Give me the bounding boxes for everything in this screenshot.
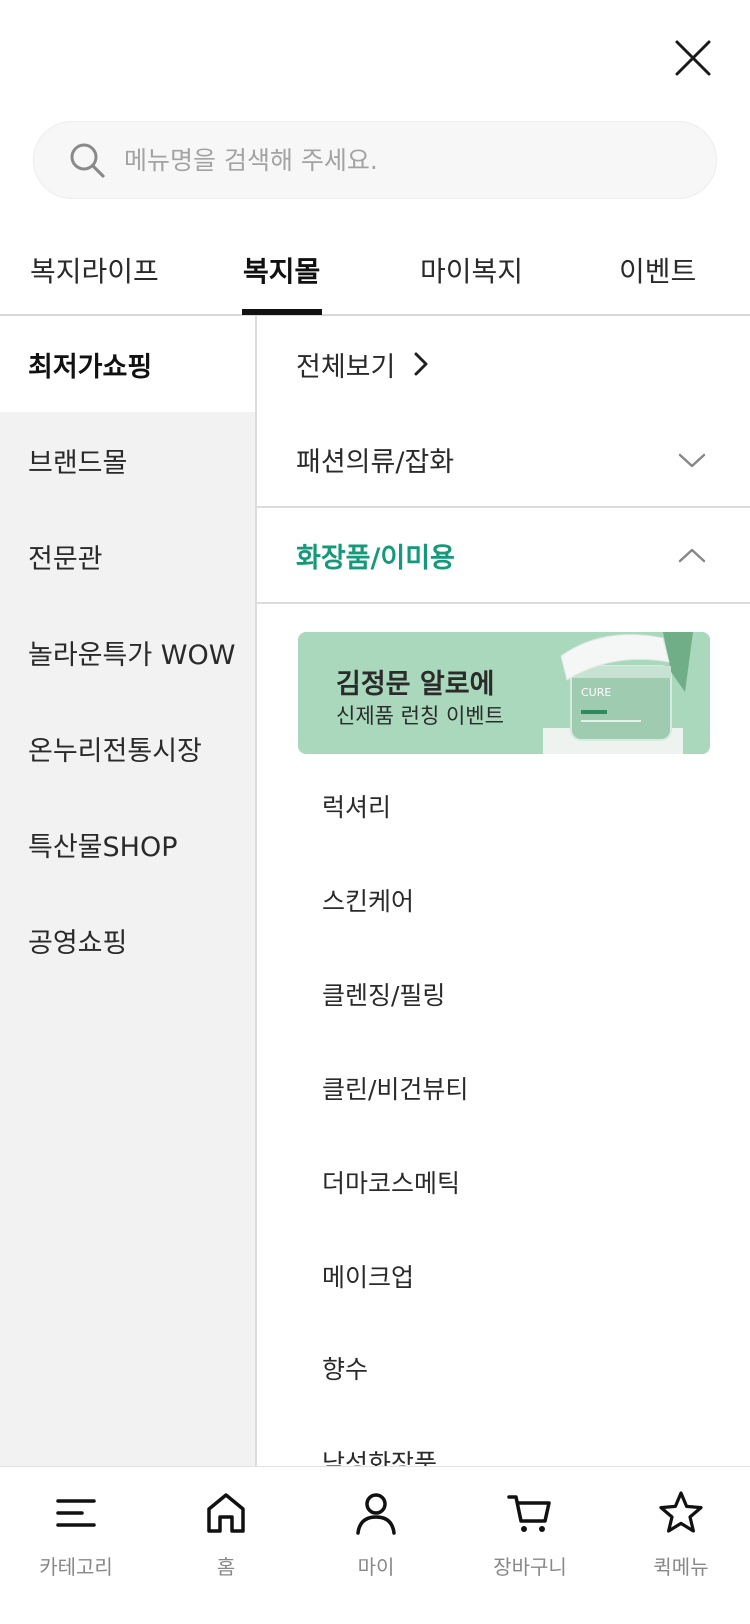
banner-title: 김정문 알로에 [336, 669, 495, 700]
close-icon [675, 40, 711, 76]
nav-label: 퀵메뉴 [653, 1555, 709, 1579]
cart-icon [507, 1495, 551, 1532]
category-label: 화장품/이미용 [296, 542, 455, 574]
sidebar-item-lowest-price[interactable]: 최저가쇼핑 [0, 316, 255, 412]
tab-event[interactable]: 이벤트 [619, 250, 696, 290]
sub-item-derma[interactable]: 더마코스메틱 [322, 1164, 460, 1200]
sidebar: 최저가쇼핑 브랜드몰 전문관 놀라운특가 WOW 온누리전통시장 특산물SHOP… [0, 316, 257, 1466]
sub-item-clean-vegan[interactable]: 클린/비건뷰티 [322, 1070, 468, 1106]
sub-item-cleansing[interactable]: 클렌징/필링 [322, 976, 445, 1012]
view-all-label: 전체보기 [296, 351, 396, 383]
close-button[interactable] [671, 36, 715, 80]
search-input[interactable] [124, 145, 664, 175]
main-tabs: 복지라이프 복지몰 마이복지 이벤트 [0, 230, 750, 316]
active-tab-indicator [242, 309, 322, 315]
tab-my-welfare[interactable]: 마이복지 [420, 250, 523, 290]
search-bar[interactable] [33, 121, 717, 199]
nav-cart[interactable]: 장바구니 [455, 1467, 605, 1597]
sidebar-item-local-specialty[interactable]: 특산물SHOP [0, 796, 255, 892]
nav-label: 홈 [216, 1555, 236, 1579]
nav-home[interactable]: 홈 [151, 1467, 301, 1597]
nav-category[interactable]: 카테고리 [1, 1467, 151, 1597]
chevron-down-icon [678, 453, 706, 468]
nav-my[interactable]: 마이 [301, 1467, 451, 1597]
sub-item-men[interactable]: 남성화장품 [322, 1444, 437, 1466]
jar-brand-text: CURE [581, 686, 611, 699]
category-cosmetics[interactable]: 화장품/이미용 [257, 508, 750, 604]
sidebar-item-public-shopping[interactable]: 공영쇼핑 [0, 892, 255, 988]
category-label: 패션의류/잡화 [296, 446, 455, 478]
chevron-right-icon [414, 352, 428, 376]
bottom-nav: 카테고리 홈 마이 장바구니 퀵메뉴 [0, 1466, 750, 1624]
menu-icon [56, 1499, 96, 1527]
home-icon [207, 1493, 245, 1533]
star-icon [659, 1491, 703, 1533]
category-content: 전체보기 패션의류/잡화 화장품/이미용 김정문 알로에 신제품 런칭 이벤트 … [257, 316, 750, 1466]
nav-label: 마이 [357, 1555, 395, 1579]
search-icon [70, 143, 105, 178]
sidebar-item-brand-mall[interactable]: 브랜드몰 [0, 412, 255, 508]
sidebar-item-traditional-market[interactable]: 온누리전통시장 [0, 700, 255, 796]
view-all-link[interactable]: 전체보기 [257, 316, 750, 412]
sub-item-skincare[interactable]: 스킨케어 [322, 882, 414, 918]
category-fashion[interactable]: 패션의류/잡화 [257, 412, 750, 508]
promo-banner[interactable]: 김정문 알로에 신제품 런칭 이벤트 CURE [298, 632, 710, 754]
sub-item-perfume[interactable]: 향수 [322, 1350, 368, 1386]
tab-welfare-mall[interactable]: 복지몰 [243, 250, 320, 290]
tab-welfare-life[interactable]: 복지라이프 [30, 250, 159, 290]
sub-item-makeup[interactable]: 메이크업 [322, 1258, 414, 1294]
nav-label: 카테고리 [39, 1555, 113, 1579]
chevron-up-icon [678, 548, 706, 563]
nav-label: 장바구니 [493, 1555, 567, 1579]
nav-quick-menu[interactable]: 퀵메뉴 [606, 1467, 750, 1597]
sub-item-luxury[interactable]: 럭셔리 [322, 788, 391, 824]
banner-subtitle: 신제품 런칭 이벤트 [336, 704, 504, 728]
user-icon [356, 1493, 396, 1535]
sidebar-item-specialty[interactable]: 전문관 [0, 508, 255, 604]
sidebar-item-wow-deal[interactable]: 놀라운특가 WOW [0, 604, 255, 700]
product-jar-image: CURE [543, 632, 710, 754]
